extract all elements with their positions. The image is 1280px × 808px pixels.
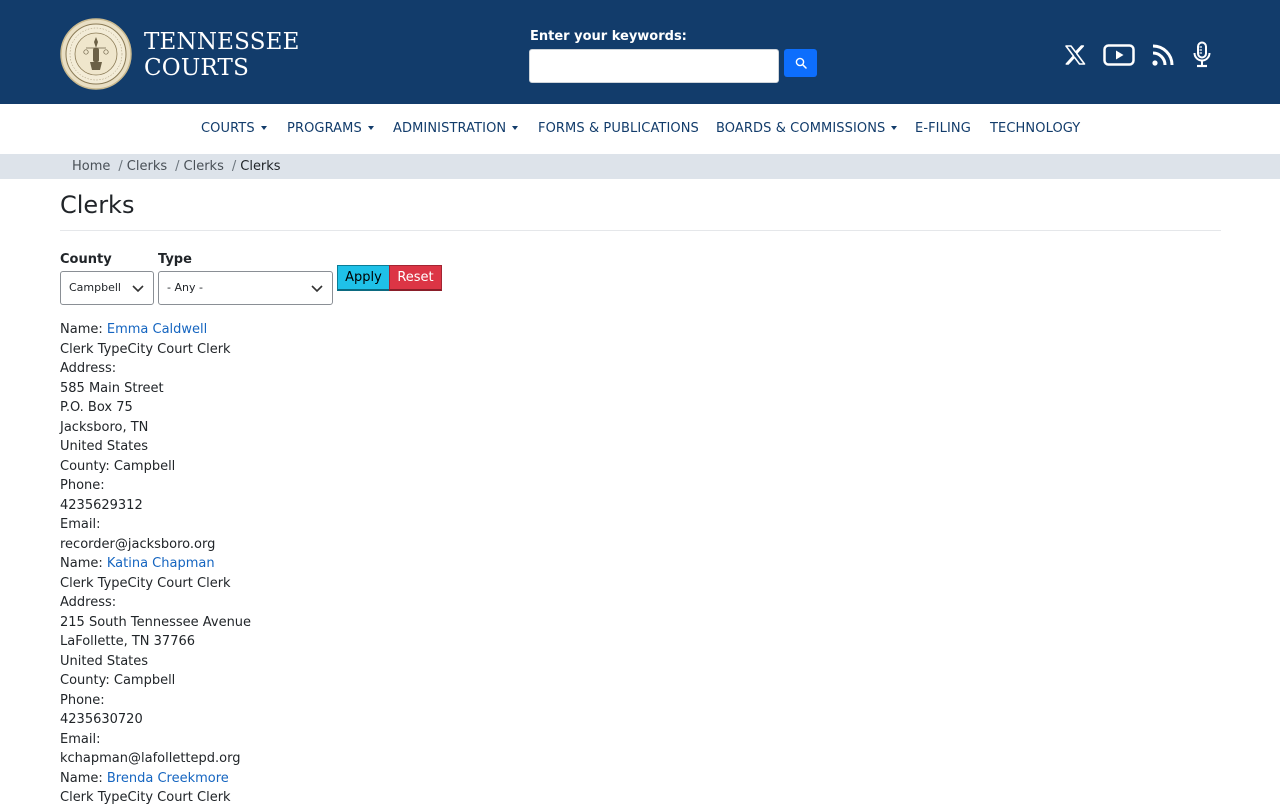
address-label: Address: <box>60 595 117 610</box>
breadcrumb-clerks[interactable]: Clerks <box>127 159 167 174</box>
nav-courts-label: COURTS <box>201 121 255 136</box>
clerk-name-link[interactable]: Emma Caldwell <box>107 322 207 337</box>
search-icon <box>795 57 807 69</box>
address-country: United States <box>60 653 149 669</box>
x-icon <box>1065 45 1086 65</box>
caret-down-icon <box>367 125 374 130</box>
main-nav: COURTS PROGRAMS ADMINISTRATION FORMS & P… <box>0 104 1280 154</box>
clerk-name-line: Name: Emma Caldwell <box>60 320 660 340</box>
county-label: County <box>60 252 112 267</box>
nav-boards-commissions[interactable]: BOARDS & COMMISSIONS <box>716 121 898 136</box>
nav-boards-commissions-label: BOARDS & COMMISSIONS <box>716 121 886 136</box>
address-line: LaFollette, TN 37766 <box>60 634 196 649</box>
breadcrumb-clerks-2[interactable]: Clerks <box>184 159 224 174</box>
address-line: 585 Main Street <box>60 380 164 396</box>
site-header: TENNESSEE COURTS Enter your keywords: <box>0 0 1280 104</box>
clerk-type: Clerk TypeCity Court Clerk <box>60 575 231 591</box>
breadcrumb-separator: / <box>175 159 180 174</box>
youtube-link[interactable] <box>1102 40 1136 70</box>
name-label: Name: <box>60 556 107 571</box>
address-line: P.O. Box 75 <box>60 400 133 415</box>
caret-down-icon <box>512 125 519 130</box>
clerk-type: Clerk TypeCity Court Clerk <box>60 790 231 805</box>
clerk-name-link[interactable]: Brenda Creekmore <box>107 771 229 786</box>
type-select-value: - Any - <box>167 281 203 294</box>
site-brand[interactable]: TENNESSEE COURTS <box>144 29 300 81</box>
county-select-value: Campbell <box>69 281 121 294</box>
nav-administration-label: ADMINISTRATION <box>393 121 507 136</box>
youtube-icon <box>1103 44 1135 66</box>
phone-label: Phone: <box>60 692 105 708</box>
apply-button[interactable]: Apply <box>337 265 390 291</box>
rss-icon <box>1152 44 1174 66</box>
breadcrumb-current: Clerks <box>240 159 281 174</box>
caret-down-icon <box>260 125 267 130</box>
clerk-name-link[interactable]: Katina Chapman <box>107 556 215 571</box>
nav-forms-publications[interactable]: FORMS & PUBLICATIONS <box>538 121 699 136</box>
brand-line-2: COURTS <box>144 55 250 81</box>
brand-line-1: TENNESSEE <box>144 29 300 55</box>
x-link[interactable] <box>1062 40 1088 70</box>
breadcrumb-separator: / <box>118 159 123 174</box>
type-select[interactable]: - Any - <box>158 271 333 305</box>
title-divider <box>60 230 1221 231</box>
address-country: United States <box>60 439 149 454</box>
reset-button[interactable]: Reset <box>389 265 442 291</box>
email-label: Email: <box>60 731 101 747</box>
clerk-county: County: Campbell <box>60 673 176 688</box>
phone-label: Phone: <box>60 478 105 493</box>
name-label: Name: <box>60 322 107 337</box>
nav-administration[interactable]: ADMINISTRATION <box>393 121 519 136</box>
podcast-link[interactable] <box>1190 40 1214 70</box>
nav-forms-publications-label: FORMS & PUBLICATIONS <box>538 121 699 136</box>
chevron-down-icon <box>311 285 323 293</box>
clerk-email: kchapman@lafollettepd.org <box>60 751 241 766</box>
address-line: Jacksboro, TN <box>60 419 149 435</box>
caret-down-icon <box>891 125 898 130</box>
address-label: Address: <box>60 361 117 376</box>
nav-programs[interactable]: PROGRAMS <box>287 121 374 136</box>
tennessee-judiciary-seal-icon[interactable] <box>60 18 132 90</box>
rss-link[interactable] <box>1150 40 1176 70</box>
nav-e-filing[interactable]: E-FILING <box>915 121 971 136</box>
search-button[interactable] <box>784 49 817 77</box>
breadcrumb: Home / Clerks / Clerks / Clerks <box>0 154 1280 179</box>
page-title: Clerks <box>60 191 135 219</box>
email-label: Email: <box>60 517 101 532</box>
clerk-email: recorder@jacksboro.org <box>60 536 216 552</box>
breadcrumb-separator: / <box>231 159 237 174</box>
nav-e-filing-label: E-FILING <box>915 121 971 136</box>
type-label: Type <box>158 252 192 267</box>
search-input[interactable] <box>529 49 779 83</box>
podcast-icon <box>1193 41 1211 68</box>
nav-technology-label: TECHNOLOGY <box>990 121 1081 136</box>
breadcrumb-home[interactable]: Home <box>72 159 110 174</box>
nav-programs-label: PROGRAMS <box>287 121 362 136</box>
clerk-phone: 4235629312 <box>60 497 143 513</box>
search-label: Enter your keywords: <box>530 29 687 44</box>
clerk-listing: Name: Emma Caldwell Clerk TypeCity Court… <box>60 320 660 808</box>
clerk-type: Clerk TypeCity Court Clerk <box>60 341 231 357</box>
clerk-name-line: Name: Brenda Creekmore <box>60 769 660 789</box>
clerk-name-line: Name: Katina Chapman <box>60 554 660 574</box>
nav-courts[interactable]: COURTS <box>201 121 267 136</box>
address-line: 215 South Tennessee Avenue <box>60 614 252 630</box>
clerk-county: County: Campbell <box>60 458 176 474</box>
name-label: Name: <box>60 770 107 786</box>
nav-technology[interactable]: TECHNOLOGY <box>990 121 1080 136</box>
county-select[interactable]: Campbell <box>60 271 154 305</box>
clerk-phone: 4235630720 <box>60 712 143 727</box>
chevron-down-icon <box>132 285 144 293</box>
